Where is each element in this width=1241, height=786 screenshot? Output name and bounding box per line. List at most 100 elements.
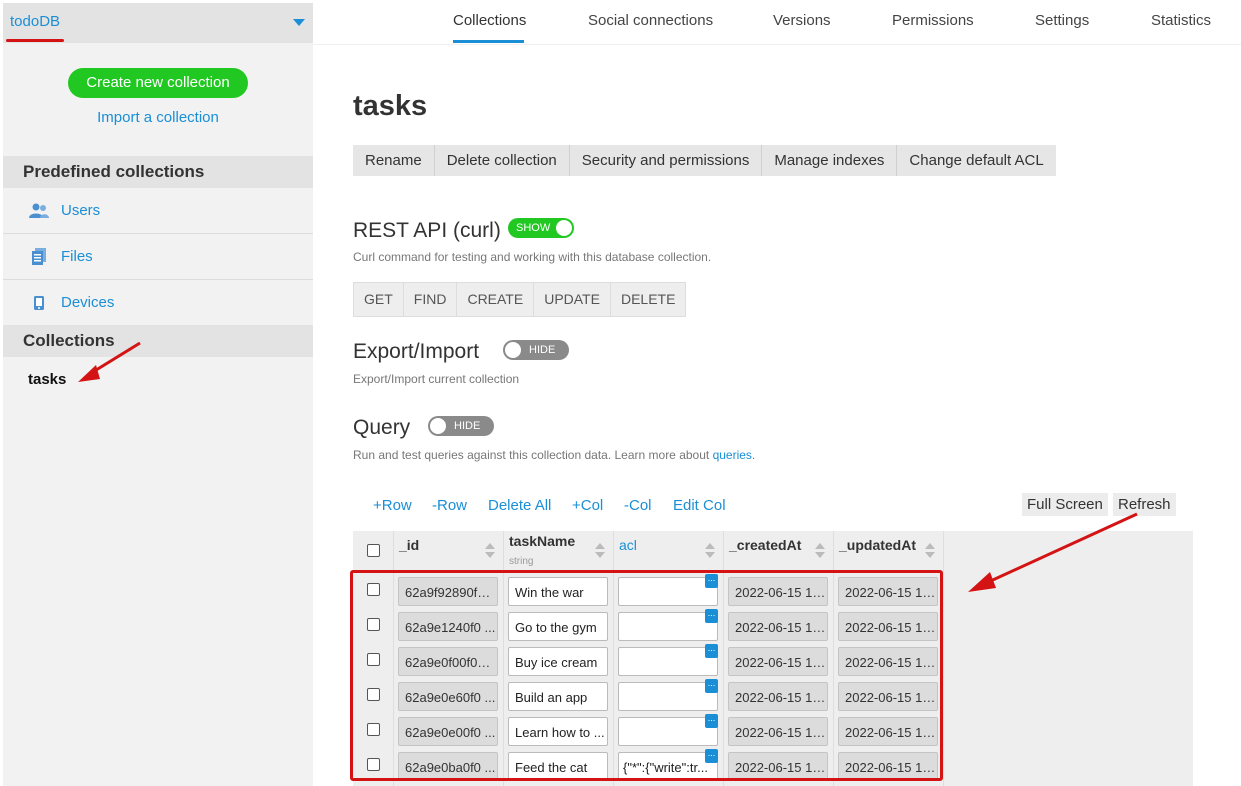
sort-icon[interactable] [925, 543, 935, 559]
createdat-cell: 2022-06-15 13... [728, 717, 828, 746]
acl-cell[interactable] [618, 647, 718, 676]
taskname-cell[interactable]: Go to the gym [508, 612, 608, 641]
query-description-end: . [751, 448, 756, 462]
createdat-cell: 2022-06-15 15... [728, 577, 828, 606]
toggle-knob [556, 220, 572, 236]
sidebar: todoDB Create new collection Import a co… [3, 3, 313, 786]
column-header-createdat[interactable]: _createdAt [723, 531, 833, 571]
acl-edit-button[interactable]: ... [705, 749, 718, 763]
find-button[interactable]: FIND [404, 283, 458, 316]
acl-cell[interactable] [618, 717, 718, 746]
collection-actions: Rename Delete collection Security and pe… [353, 145, 1056, 176]
column-header-acl[interactable]: acl [613, 531, 723, 571]
query-title: Query [353, 416, 411, 439]
taskname-cell[interactable]: Learn how to ... [508, 717, 608, 746]
tab-versions[interactable]: Versions [773, 12, 831, 29]
id-cell: 62a9e0e60f0 ... [398, 682, 498, 711]
add-column-button[interactable]: +Col [572, 497, 603, 514]
edit-column-button[interactable]: Edit Col [673, 497, 726, 514]
taskname-cell[interactable]: Buy ice cream [508, 647, 608, 676]
sort-icon[interactable] [815, 543, 825, 559]
delete-collection-button[interactable]: Delete collection [435, 145, 570, 176]
acl-edit-button[interactable]: ... [705, 679, 718, 693]
chevron-down-icon[interactable] [293, 19, 305, 26]
sort-icon[interactable] [485, 543, 495, 559]
row-checkbox[interactable] [367, 583, 380, 596]
database-selector[interactable]: todoDB [3, 3, 313, 43]
tab-statistics[interactable]: Statistics [1151, 12, 1211, 29]
query-toggle[interactable]: HIDE [428, 416, 494, 436]
sidebar-item-files[interactable]: Files [3, 234, 313, 280]
rest-api-description: Curl command for testing and working wit… [353, 250, 712, 264]
table-row: 62a9e0ba0f0 ... Feed the cat {"*":{"writ… [353, 747, 943, 782]
row-checkbox[interactable] [367, 653, 380, 666]
column-name: _createdAt [729, 537, 802, 553]
taskname-cell[interactable]: Build an app [508, 682, 608, 711]
acl-edit-button[interactable]: ... [705, 574, 718, 588]
create-button[interactable]: CREATE [457, 283, 535, 316]
taskname-cell[interactable]: Win the war [508, 577, 608, 606]
create-collection-button[interactable]: Create new collection [68, 68, 248, 98]
rename-button[interactable]: Rename [353, 145, 435, 176]
acl-edit-button[interactable]: ... [705, 609, 718, 623]
import-collection-link[interactable]: Import a collection [3, 109, 313, 126]
delete-button[interactable]: DELETE [611, 283, 685, 316]
row-checkbox[interactable] [367, 723, 380, 736]
export-import-title: Export/Import [353, 340, 480, 363]
sort-icon[interactable] [705, 543, 715, 559]
remove-column-button[interactable]: -Col [624, 497, 652, 514]
table-row: 62a9e0e60f0 ... Build an app ... 2022-06… [353, 677, 943, 712]
updatedat-cell: 2022-06-15 15... [838, 577, 938, 606]
change-default-acl-button[interactable]: Change default ACL [897, 145, 1055, 176]
acl-edit-button[interactable]: ... [705, 644, 718, 658]
security-permissions-button[interactable]: Security and permissions [570, 145, 763, 176]
acl-cell[interactable]: {"*":{"write":tr... [618, 752, 718, 781]
active-tab-indicator [453, 40, 524, 43]
get-button[interactable]: GET [354, 283, 404, 316]
sort-icon[interactable] [595, 543, 605, 559]
createdat-cell: 2022-06-15 13... [728, 647, 828, 676]
toggle-knob [430, 418, 446, 434]
collections-heading: Collections [3, 325, 313, 357]
tab-settings[interactable]: Settings [1035, 12, 1089, 29]
acl-cell[interactable] [618, 612, 718, 641]
tab-collections[interactable]: Collections [453, 12, 526, 29]
add-row-button[interactable]: +Row [373, 497, 412, 514]
row-checkbox[interactable] [367, 758, 380, 771]
sidebar-item-label: Files [61, 248, 93, 265]
rest-api-toggle[interactable]: SHOW [508, 218, 574, 238]
column-header-id[interactable]: _id [393, 531, 503, 571]
column-header-updatedat[interactable]: _updatedAt [833, 531, 943, 571]
id-cell: 62a9e1240f0 ... [398, 612, 498, 641]
refresh-button[interactable]: Refresh [1113, 493, 1176, 516]
annotation-underline [6, 39, 64, 42]
sidebar-item-tasks[interactable]: tasks [28, 371, 66, 388]
tab-permissions[interactable]: Permissions [892, 12, 974, 29]
tab-social-connections[interactable]: Social connections [588, 12, 713, 29]
delete-all-button[interactable]: Delete All [488, 497, 551, 514]
acl-cell[interactable] [618, 577, 718, 606]
manage-indexes-button[interactable]: Manage indexes [762, 145, 898, 176]
export-import-toggle[interactable]: HIDE [503, 340, 569, 360]
updatedat-cell: 2022-06-15 13... [838, 647, 938, 676]
query-description: Run and test queries against this collec… [353, 448, 755, 462]
remove-row-button[interactable]: -Row [432, 497, 467, 514]
update-button[interactable]: UPDATE [534, 283, 611, 316]
id-cell: 62a9e0ba0f0 ... [398, 752, 498, 781]
acl-cell[interactable] [618, 682, 718, 711]
sidebar-item-users[interactable]: Users [3, 188, 313, 234]
column-divider [943, 531, 944, 786]
row-checkbox[interactable] [367, 618, 380, 631]
table-row: 62a9f92890fe ... Win the war ... 2022-06… [353, 572, 943, 607]
files-icon [27, 247, 51, 266]
column-header-taskname[interactable]: taskName string [503, 531, 613, 571]
row-checkbox[interactable] [367, 688, 380, 701]
queries-link[interactable]: queries [713, 448, 752, 462]
select-all-checkbox[interactable] [367, 544, 380, 557]
full-screen-button[interactable]: Full Screen [1022, 493, 1108, 516]
taskname-cell[interactable]: Feed the cat [508, 752, 608, 781]
sidebar-item-devices[interactable]: Devices [3, 280, 313, 326]
database-name[interactable]: todoDB [10, 13, 60, 30]
acl-edit-button[interactable]: ... [705, 714, 718, 728]
updatedat-cell: 2022-06-15 13... [838, 682, 938, 711]
